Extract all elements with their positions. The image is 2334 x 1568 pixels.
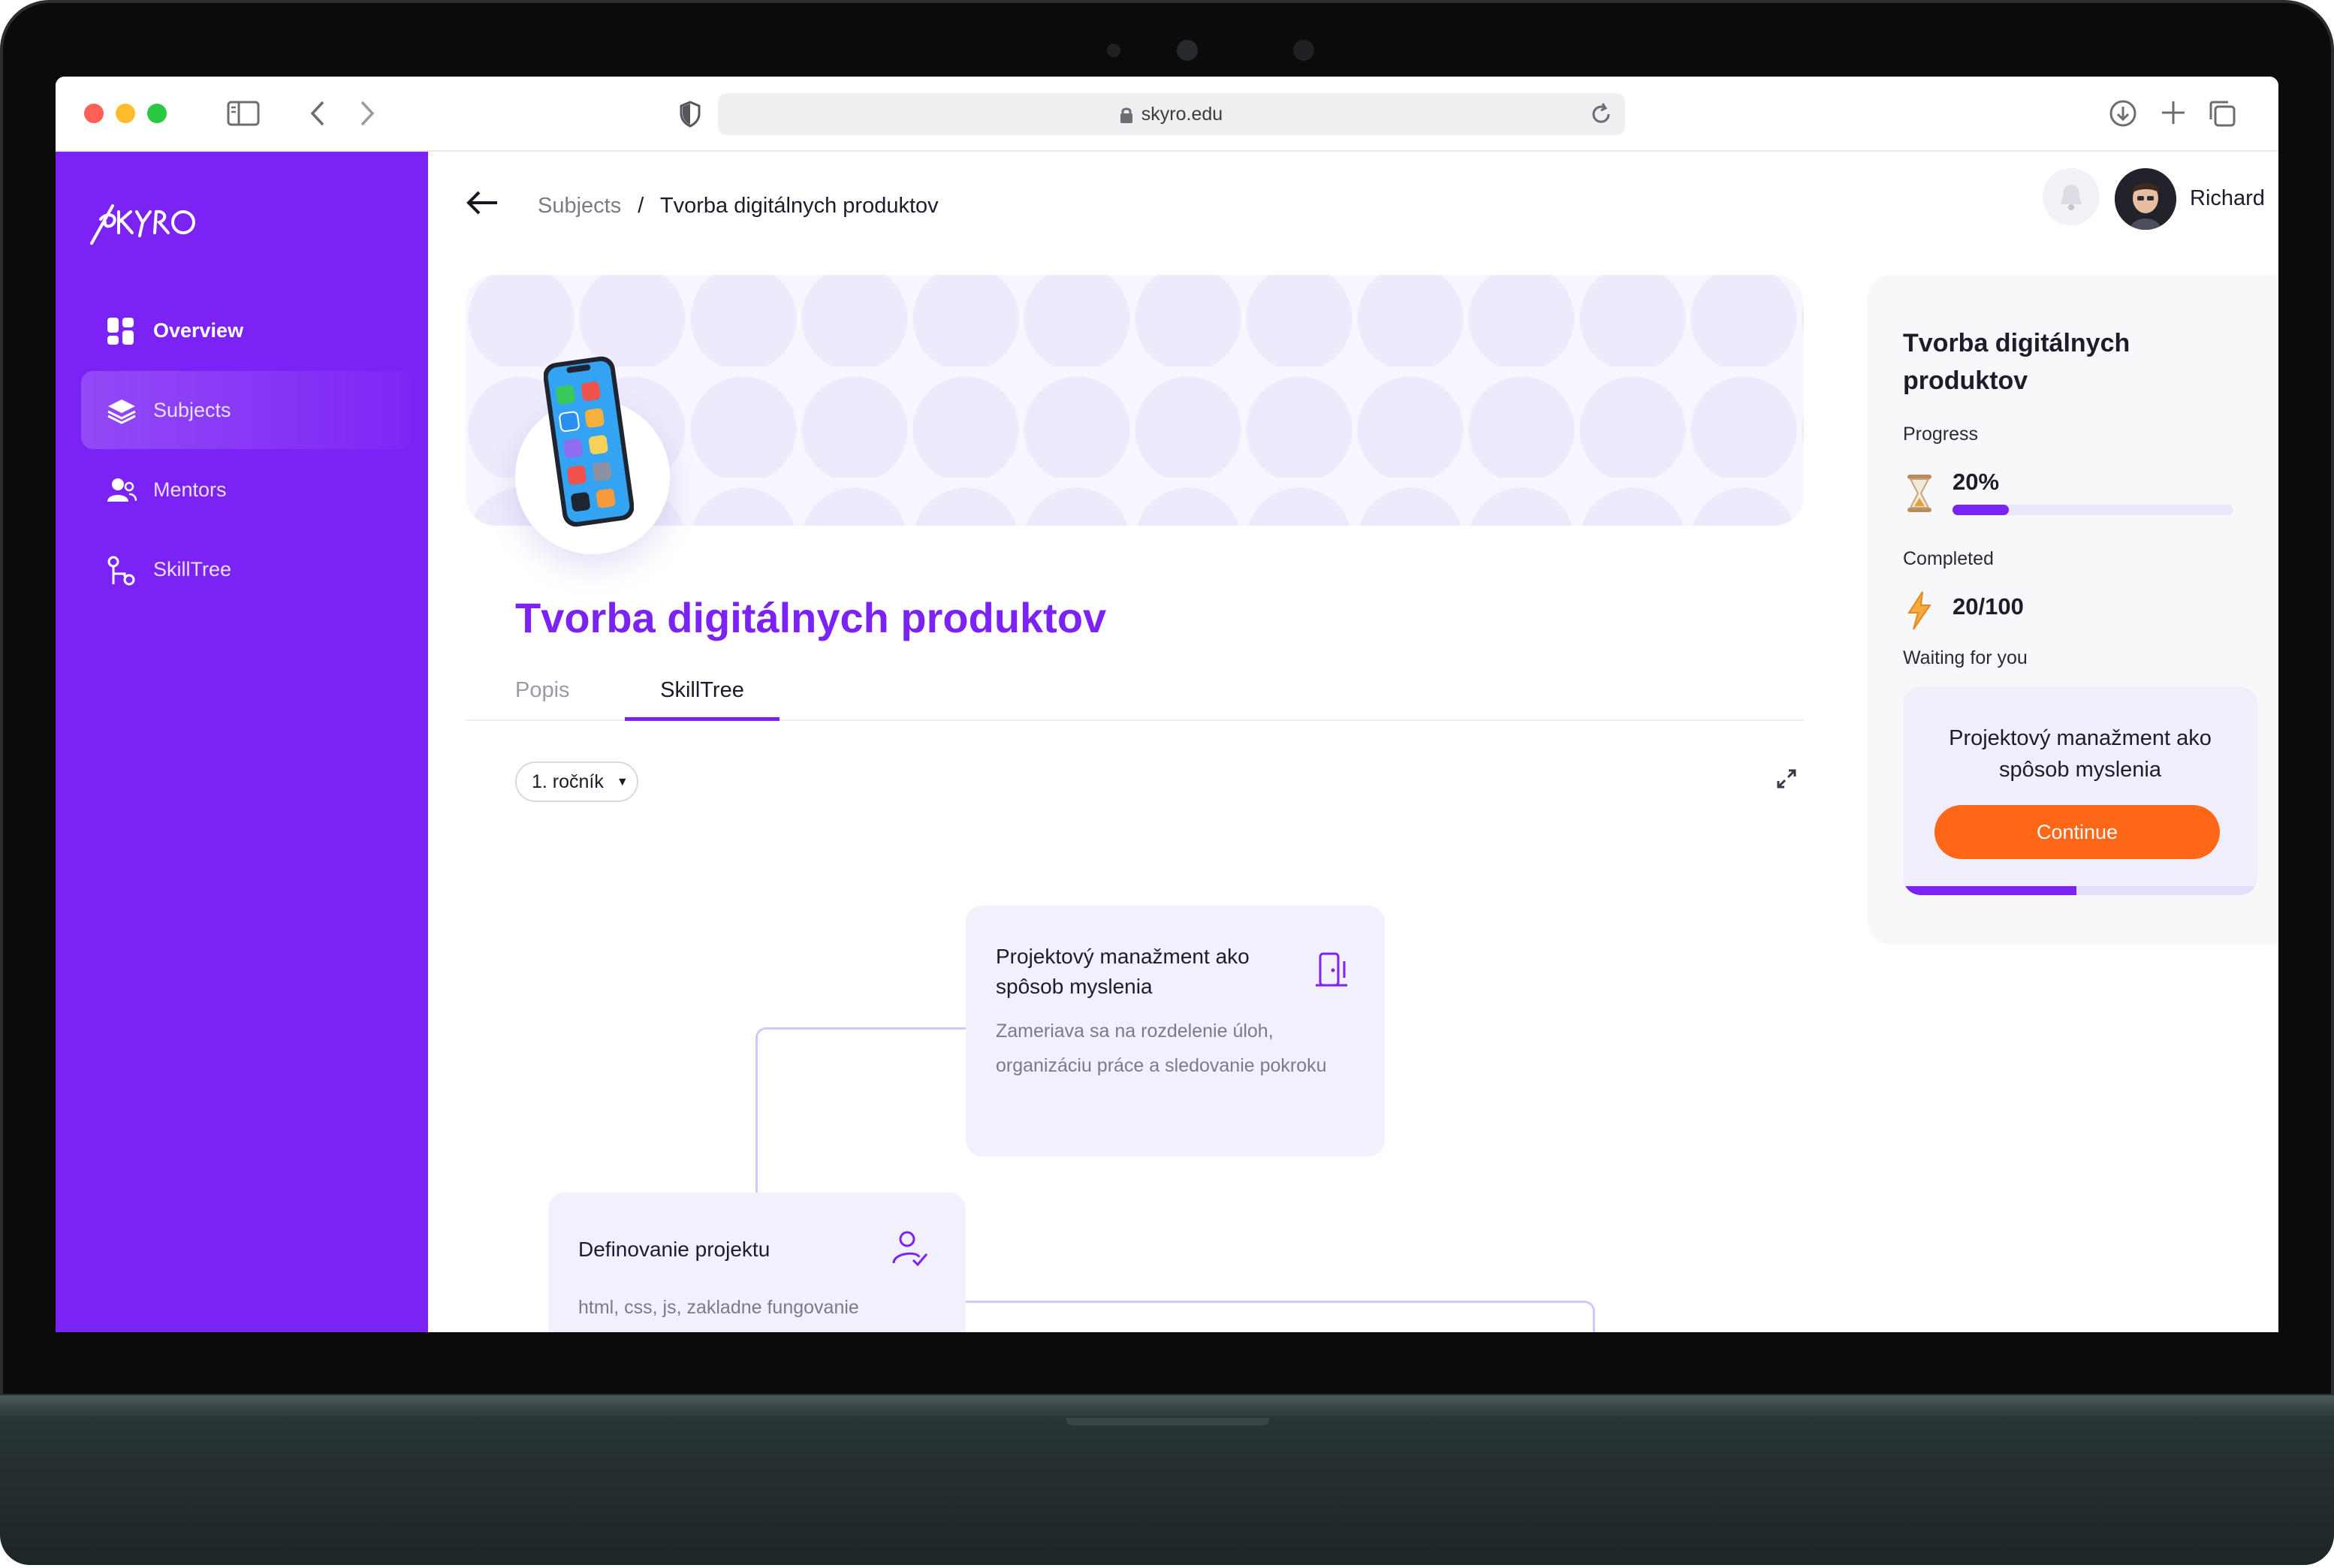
- progress-label: Progress: [1903, 424, 1979, 445]
- progress-bar-fill: [1953, 505, 2009, 515]
- overview-grid-icon: [107, 317, 135, 345]
- tree-connector: [755, 1027, 966, 1202]
- url-text: skyro.edu: [1141, 104, 1223, 125]
- main-content: Subjects / Tvorba digitálnych produktov …: [428, 152, 2278, 1332]
- skill-node-description: Zameriava sa na rozdelenie úloh, organiz…: [996, 1021, 1327, 1076]
- skill-node[interactable]: Projektový manažment ako spôsob myslenia…: [966, 906, 1385, 1156]
- laptop-notch: [1066, 1418, 1269, 1425]
- laptop-base: [0, 1416, 2334, 1565]
- skill-node-title: Definovanie projektu: [578, 1238, 770, 1261]
- download-icon[interactable]: [2109, 99, 2137, 132]
- tree-connector: [966, 1301, 1595, 1332]
- breadcrumb-separator: /: [638, 194, 644, 218]
- waiting-label: Waiting for you: [1903, 647, 2028, 668]
- sidebar-item-label: SkillTree: [153, 558, 232, 580]
- continue-button[interactable]: Continue: [1934, 805, 2220, 859]
- tabs-overview-icon[interactable]: [2208, 99, 2236, 132]
- tab-popis[interactable]: Popis: [515, 662, 571, 721]
- back-nav-icon[interactable]: [308, 99, 327, 132]
- panel-title: Tvorba digitálnych produktov: [1903, 329, 2130, 395]
- breadcrumb: Subjects / Tvorba digitálnych produktov: [538, 194, 939, 219]
- skill-node-description: html, css, js, zakladne fungovanie webst…: [578, 1297, 924, 1332]
- sidebar-item-mentors[interactable]: Mentors: [81, 451, 412, 529]
- sidebar-item-overview[interactable]: Overview: [81, 291, 412, 369]
- year-select-value: 1. ročník: [532, 771, 604, 792]
- breadcrumb-current: Tvorba digitálnych produktov: [659, 194, 939, 218]
- smartphone-icon: [544, 356, 634, 527]
- sidebar-item-label: Mentors: [153, 478, 227, 501]
- skill-node[interactable]: Definovanie projektu html, css, js, zakl…: [548, 1193, 966, 1332]
- page-title: Tvorba digitálnych produktov: [515, 594, 1107, 641]
- progress-value: 20%: [1953, 469, 2000, 495]
- tab-skilltree[interactable]: SkillTree: [625, 662, 780, 721]
- browser-toolbar: skyro.edu: [56, 77, 2278, 152]
- chevron-down-icon: ▼: [616, 776, 629, 789]
- notification-bell-icon[interactable]: [2043, 168, 2100, 225]
- breadcrumb-subjects-link[interactable]: Subjects: [538, 194, 621, 218]
- progress-panel: Tvorba digitálnych produktov Progress 20…: [1867, 275, 2278, 945]
- subject-tabs: Popis SkillTree: [466, 662, 1804, 721]
- skyro-logo[interactable]: [84, 189, 204, 253]
- sidebar-item-label: Subjects: [153, 399, 231, 421]
- camera-lens: [1177, 40, 1198, 61]
- waiting-card: Projektový manažment ako spôsob myslenia…: [1903, 686, 2257, 895]
- lightning-icon: [1904, 590, 1934, 635]
- back-arrow-icon[interactable]: [466, 189, 500, 222]
- sidebar-item-subjects[interactable]: Subjects: [81, 371, 412, 449]
- stack-icon: [107, 397, 136, 425]
- users-icon: [107, 476, 137, 505]
- waiting-item-title: Projektový manažment ako spôsob myslenia: [1949, 726, 2212, 782]
- sidebar: Overview Subjects Mentors SkillTree: [56, 152, 428, 1332]
- completed-value: 20/100: [1953, 593, 2024, 620]
- shield-icon[interactable]: [679, 101, 701, 132]
- completed-label: Completed: [1903, 548, 1994, 569]
- waiting-progress-fill: [1903, 886, 2077, 895]
- hourglass-icon: [1904, 473, 1934, 517]
- camera-dot: [1107, 44, 1120, 57]
- minimize-window-button[interactable]: [116, 104, 135, 123]
- year-select[interactable]: 1. ročník ▼: [515, 761, 638, 802]
- maximize-window-button[interactable]: [147, 104, 167, 123]
- screen: skyro.edu Overview Subjects Mentors Skil…: [56, 77, 2278, 1332]
- skill-node-title: Projektový manažment ako spôsob myslenia: [996, 945, 1250, 998]
- expand-icon[interactable]: [1775, 767, 1798, 796]
- sidebar-toggle-icon[interactable]: [227, 101, 260, 131]
- sidebar-item-skilltree[interactable]: SkillTree: [81, 530, 412, 608]
- chevron-down-icon: ▼: [2277, 190, 2278, 205]
- user-name: Richard: [2190, 186, 2265, 210]
- skilltree-icon: [107, 556, 135, 586]
- user-check-icon: [891, 1229, 930, 1271]
- forward-nav-icon[interactable]: [357, 99, 377, 132]
- progress-bar: [1953, 505, 2233, 515]
- laptop-hinge: [0, 1395, 2334, 1418]
- user-menu[interactable]: Richard ▼: [2190, 186, 2278, 211]
- camera-sensor: [1293, 40, 1314, 61]
- waiting-progress-bar: [1903, 886, 2257, 895]
- sidebar-item-label: Overview: [153, 319, 244, 342]
- avatar[interactable]: [2115, 168, 2176, 230]
- close-window-button[interactable]: [84, 104, 104, 123]
- door-icon: [1314, 951, 1349, 992]
- laptop-bezel: skyro.edu Overview Subjects Mentors Skil…: [0, 0, 2334, 1397]
- subject-image: [515, 356, 670, 554]
- new-tab-icon[interactable]: [2160, 99, 2187, 131]
- address-bar[interactable]: skyro.edu: [718, 93, 1625, 135]
- reload-icon[interactable]: [1589, 102, 1613, 130]
